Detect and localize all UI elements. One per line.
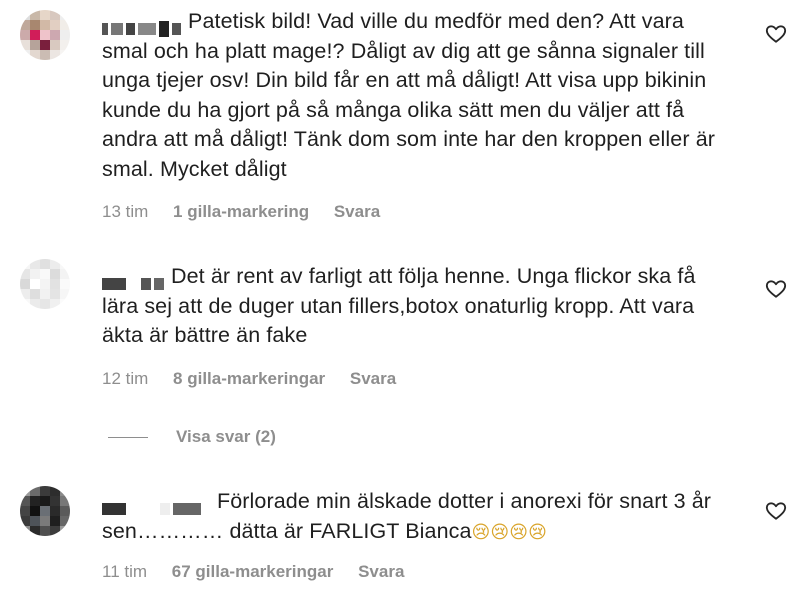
username-redacted[interactable] — [102, 268, 167, 290]
divider-line — [108, 436, 148, 438]
username-redacted[interactable] — [102, 493, 213, 515]
heart-outline-icon[interactable] — [765, 23, 787, 45]
comment-meta: 13 tim 1 gilla-markering Svara — [102, 202, 400, 222]
likes-count[interactable]: 67 gilla-markeringar — [172, 562, 334, 581]
reply-button[interactable]: Svara — [350, 369, 396, 388]
reply-button[interactable]: Svara — [334, 202, 380, 221]
timestamp: 12 tim — [102, 369, 149, 388]
reply-button[interactable]: Svara — [358, 562, 404, 581]
likes-count[interactable]: 8 gilla-markeringar — [173, 369, 325, 388]
likes-count[interactable]: 1 gilla-markering — [173, 202, 309, 221]
avatar[interactable] — [20, 259, 70, 309]
view-replies-button[interactable]: Visa svar (2) — [108, 425, 276, 449]
heart-outline-icon[interactable] — [765, 500, 787, 522]
crying-face-emoji: 😢😢😢😢 — [471, 521, 548, 543]
comment-meta: 12 tim 8 gilla-markeringar Svara — [102, 369, 416, 389]
timestamp: 13 tim — [102, 202, 149, 221]
comment-text: Det är rent av farligt att följa henne. … — [102, 264, 696, 347]
heart-outline-icon[interactable] — [765, 278, 787, 300]
timestamp: 11 tim — [102, 562, 148, 581]
comment-text: Förlorade min älskade dotter i anorexi f… — [102, 489, 712, 543]
username-redacted[interactable] — [102, 13, 184, 37]
view-replies-label: Visa svar (2) — [176, 427, 276, 446]
avatar[interactable] — [20, 486, 70, 536]
avatar[interactable] — [20, 10, 70, 60]
comment-text: Patetisk bild! Vad ville du medför med d… — [102, 9, 716, 181]
comment-meta: 11 tim 67 gilla-markeringar Svara — [102, 562, 424, 582]
